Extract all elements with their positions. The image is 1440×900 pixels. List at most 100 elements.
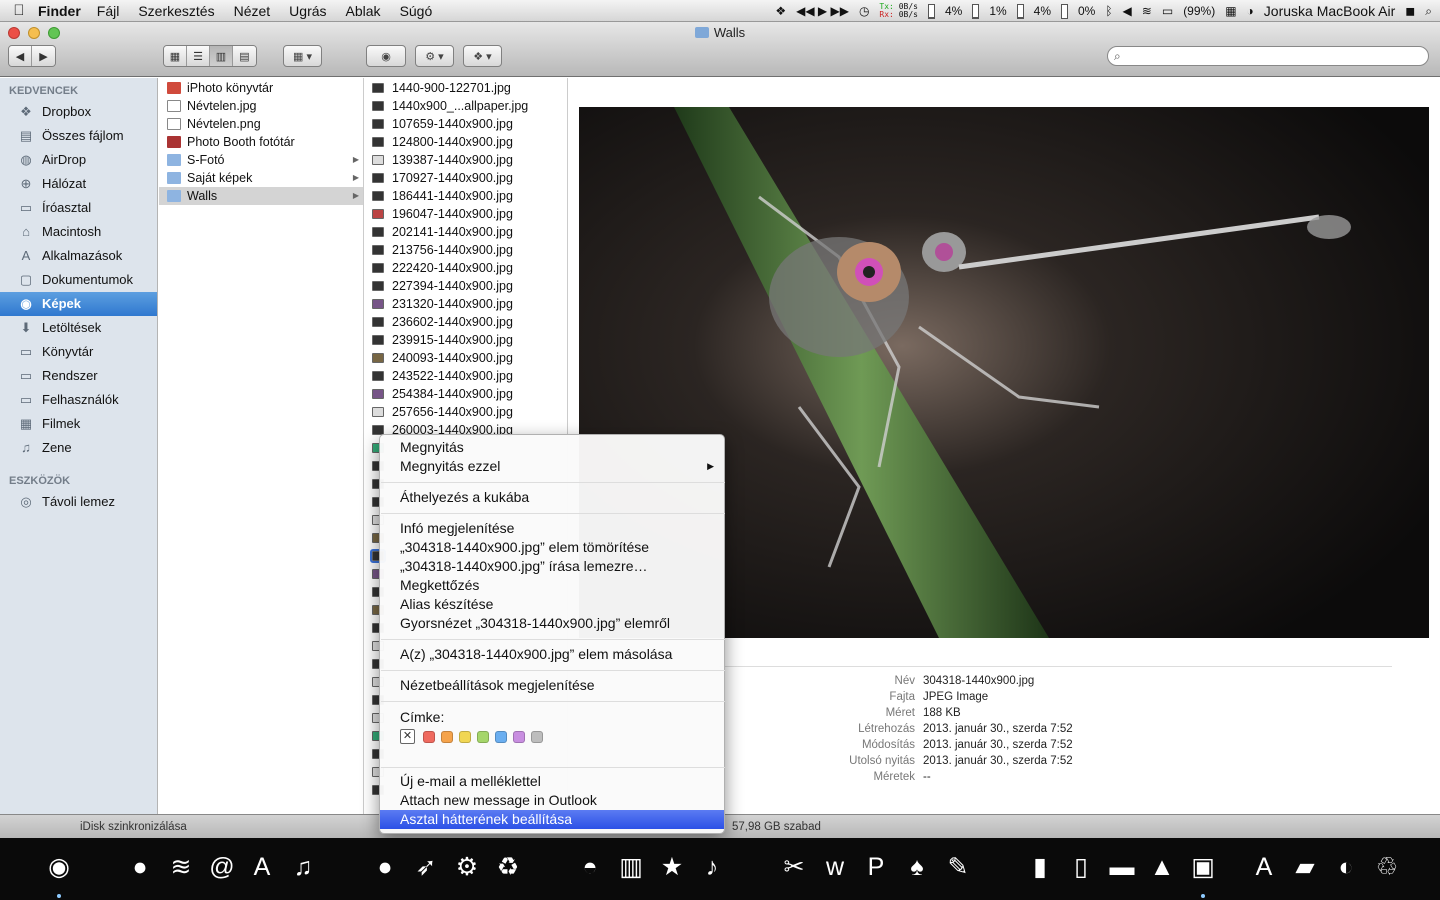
forward-button[interactable]: ▶: [32, 46, 55, 66]
sidebar-item-6[interactable]: A Alkalmazások: [0, 244, 157, 268]
sidebar-item-9[interactable]: ⬇ Letöltések: [0, 316, 157, 340]
menu-copy[interactable]: A(z) „304318-1440x900.jpg” elem másolása: [380, 645, 724, 664]
battery-icon[interactable]: ▭: [1162, 4, 1173, 18]
menu-outlook-attach[interactable]: Attach new message in Outlook: [380, 791, 724, 810]
label-color-6[interactable]: [531, 730, 543, 743]
file-row[interactable]: 236602-1440x900.jpg: [365, 313, 567, 331]
spotlight-icon[interactable]: ⌕: [1425, 4, 1432, 19]
at-mail-icon[interactable]: @: [207, 852, 237, 882]
quicklook-button[interactable]: ◉: [366, 45, 406, 67]
label-none-button[interactable]: ✕: [400, 729, 415, 744]
menu-compress[interactable]: „304318-1440x900.jpg” elem tömörítése: [380, 538, 724, 557]
coverflow-view-button[interactable]: ▤: [233, 46, 256, 66]
apple-menu-icon[interactable]: : [0, 2, 38, 19]
menu-burn[interactable]: „304318-1440x900.jpg” írása lemezre…: [380, 557, 724, 576]
file-row[interactable]: 186441-1440x900.jpg: [365, 187, 567, 205]
sidebar-item-0[interactable]: ❖ Dropbox: [0, 100, 157, 124]
sync-status-icon[interactable]: ◑: [1247, 4, 1254, 18]
file-row[interactable]: 139387-1440x900.jpg: [365, 151, 567, 169]
menu-set-desktop-picture[interactable]: Asztal hátterének beállítása: [380, 810, 724, 829]
label-color-4[interactable]: [495, 730, 507, 743]
notebook-icon[interactable]: ▮: [1025, 852, 1055, 882]
folder-icon[interactable]: ▰: [1290, 852, 1320, 882]
file-row[interactable]: 227394-1440x900.jpg: [365, 277, 567, 295]
label-color-0[interactable]: [423, 730, 435, 743]
file-row[interactable]: 202141-1440x900.jpg: [365, 223, 567, 241]
file-row[interactable]: 213756-1440x900.jpg: [365, 241, 567, 259]
sidebar-item-7[interactable]: ▢ Dokumentumok: [0, 268, 157, 292]
monitor-icon[interactable]: ▬: [1107, 852, 1137, 882]
back-button[interactable]: ◀: [9, 46, 32, 66]
menu-new-email[interactable]: Új e-mail a melléklettel: [380, 772, 724, 791]
menu-open[interactable]: Megnyitás: [380, 438, 724, 457]
chat-bubble-icon[interactable]: ●: [370, 852, 400, 882]
column-item[interactable]: Photo Booth fotótár: [159, 133, 363, 151]
star-icon[interactable]: ★: [657, 852, 687, 882]
time-machine-icon[interactable]: ◷: [859, 4, 869, 18]
dropbox-status-icon[interactable]: ❖: [775, 4, 786, 18]
preview-icon[interactable]: ▣: [1188, 852, 1218, 882]
sidebar-item-12[interactable]: ▭ Felhasználók: [0, 388, 157, 412]
wifi-icon[interactable]: ≋: [166, 852, 196, 882]
menu-quick-look[interactable]: Gyorsnézet „304318-1440x900.jpg” elemről: [380, 614, 724, 633]
media-controls[interactable]: ◀◀ ▶ ▶▶: [796, 4, 849, 18]
list-view-button[interactable]: ☰: [187, 46, 210, 66]
podium-icon[interactable]: ▲: [1147, 852, 1177, 882]
column-item[interactable]: S-Fotó ▶: [159, 151, 363, 169]
sidebar-item-5[interactable]: ⌂ Macintosh: [0, 220, 157, 244]
dropbox-toolbar-button[interactable]: ❖ ▾: [463, 45, 502, 67]
menu-file[interactable]: Fájl: [97, 3, 120, 19]
wifi-status-icon[interactable]: ≋: [1142, 4, 1152, 18]
p-icon[interactable]: P: [861, 852, 891, 882]
label-color-3[interactable]: [477, 730, 489, 743]
column-view-button[interactable]: ▥: [210, 46, 233, 66]
lamp-icon[interactable]: ♠: [902, 852, 932, 882]
menu-move-to-trash[interactable]: Áthelyezés a kukába: [380, 488, 724, 507]
icon-view-button[interactable]: ▦: [164, 46, 187, 66]
sidebar-item-8[interactable]: ◉ Képek: [0, 292, 157, 316]
app-store-icon[interactable]: A: [247, 852, 277, 882]
column-item[interactable]: Névtelen.jpg: [159, 97, 363, 115]
guitar-icon[interactable]: ♪: [697, 852, 727, 882]
pen-icon[interactable]: ✎: [943, 852, 973, 882]
sync-icon[interactable]: ◐: [1331, 852, 1361, 882]
menu-help[interactable]: Súgó: [400, 3, 433, 19]
file-row[interactable]: 254384-1440x900.jpg: [365, 385, 567, 403]
file-row[interactable]: 124800-1440x900.jpg: [365, 133, 567, 151]
menu-duplicate[interactable]: Megkettőzés: [380, 576, 724, 595]
circle-icon[interactable]: ●: [125, 852, 155, 882]
file-row[interactable]: 170927-1440x900.jpg: [365, 169, 567, 187]
battery-percent[interactable]: (99%): [1183, 4, 1215, 18]
recycle-icon[interactable]: ♻: [493, 852, 523, 882]
file-row[interactable]: 222420-1440x900.jpg: [365, 259, 567, 277]
sidebar-item-4[interactable]: ▭ Íróasztal: [0, 196, 157, 220]
finder-disc-icon[interactable]: ◉: [44, 852, 74, 882]
menu-go[interactable]: Ugrás: [289, 3, 326, 19]
column-item[interactable]: Névtelen.png: [159, 115, 363, 133]
gear-icon[interactable]: ⚙: [452, 852, 482, 882]
file-row[interactable]: 239915-1440x900.jpg: [365, 331, 567, 349]
file-row[interactable]: 243522-1440x900.jpg: [365, 367, 567, 385]
menu-view[interactable]: Nézet: [234, 3, 271, 19]
menu-view-options[interactable]: Nézetbeállítások megjelenítése: [380, 676, 724, 695]
apps-folder-icon[interactable]: A: [1249, 852, 1279, 882]
bird-icon[interactable]: ➶: [411, 852, 441, 882]
sidebar-item-3[interactable]: ⊕ Hálózat: [0, 172, 157, 196]
arrange-button[interactable]: ▦ ▾: [283, 45, 322, 67]
sidebar-item-11[interactable]: ▭ Rendszer: [0, 364, 157, 388]
file-row[interactable]: 196047-1440x900.jpg: [365, 205, 567, 223]
sidebar-item-1[interactable]: ▤ Összes fájlom: [0, 124, 157, 148]
user-icon[interactable]: ◼: [1405, 4, 1415, 18]
w-icon[interactable]: w: [820, 852, 850, 882]
column-item[interactable]: Saját képek ▶: [159, 169, 363, 187]
sidebar-item-13[interactable]: ▦ Filmek: [0, 412, 157, 436]
headphones-icon[interactable]: ♫: [288, 852, 318, 882]
user-name[interactable]: Joruska MacBook Air: [1264, 3, 1396, 19]
podcast-icon[interactable]: ◓: [575, 852, 605, 882]
menu-make-alias[interactable]: Alias készítése: [380, 595, 724, 614]
calendar-icon[interactable]: ▦: [1225, 4, 1236, 18]
trash-icon[interactable]: ♲: [1372, 852, 1402, 882]
search-input[interactable]: ⌕: [1107, 46, 1429, 66]
menu-get-info[interactable]: Infó megjelenítése: [380, 519, 724, 538]
file-row[interactable]: 107659-1440x900.jpg: [365, 115, 567, 133]
